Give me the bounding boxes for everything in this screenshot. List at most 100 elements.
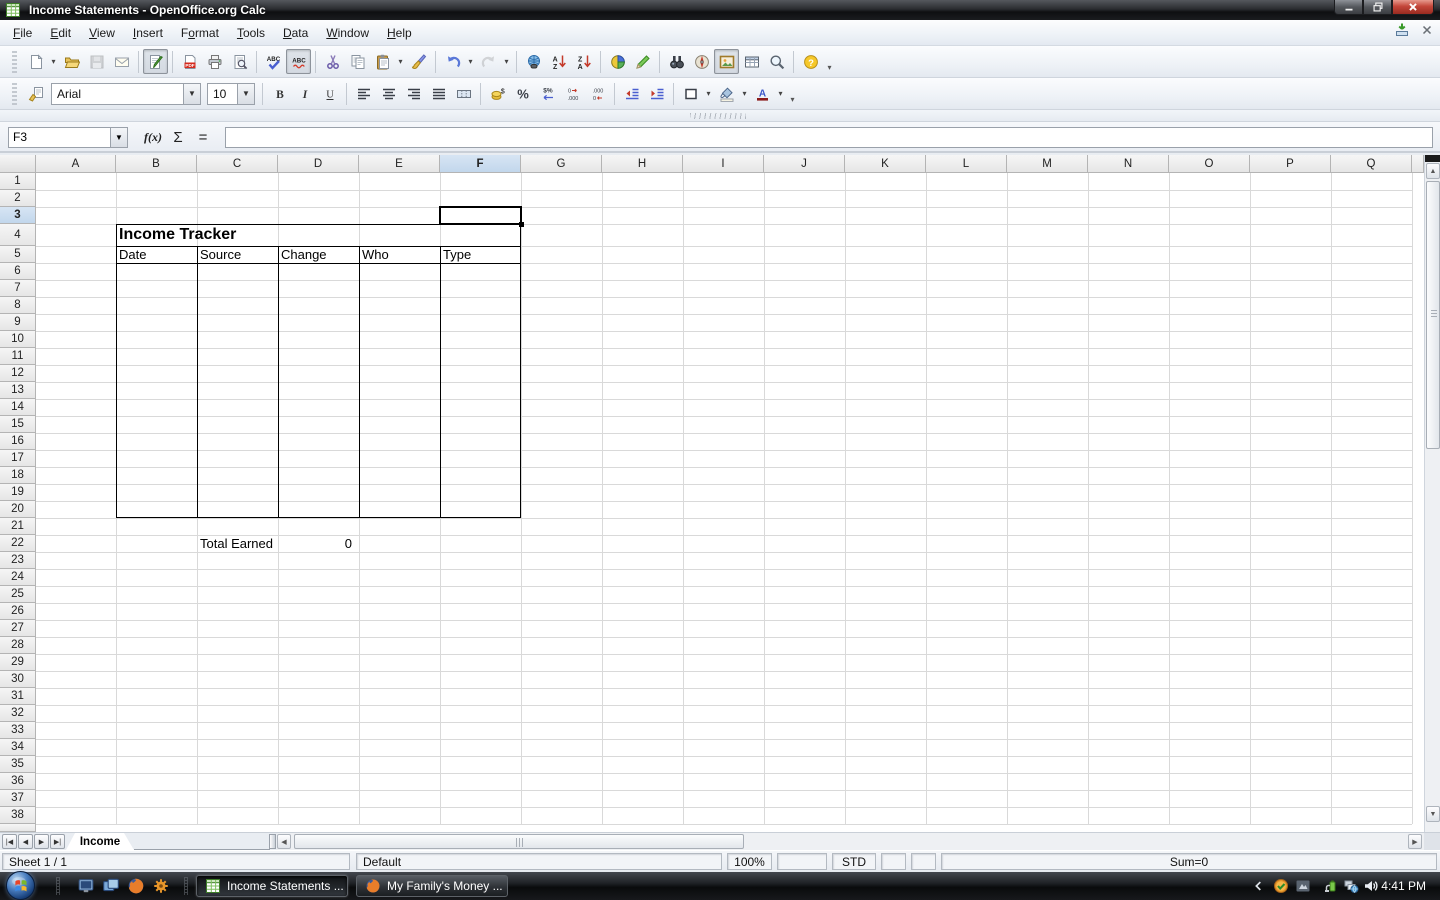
column-header-Q[interactable]: Q [1331, 155, 1412, 173]
vertical-split-handle[interactable] [1425, 155, 1440, 162]
column-header-A[interactable]: A [36, 155, 116, 173]
status-insert-mode[interactable] [777, 853, 827, 870]
scroll-left-button[interactable]: ◀ [277, 834, 291, 849]
styles-and-formatting-button[interactable] [23, 81, 48, 106]
zoom-button[interactable] [764, 49, 789, 74]
row-header-17[interactable]: 17 [0, 450, 36, 467]
fill-handle[interactable] [519, 222, 524, 227]
restore-button[interactable] [1363, 0, 1392, 15]
firefox-icon[interactable] [126, 876, 146, 896]
column-header-B[interactable]: B [116, 155, 197, 173]
row-header-26[interactable]: 26 [0, 603, 36, 620]
export-as-pdf-button[interactable]: PDF [177, 49, 202, 74]
print-button[interactable] [202, 49, 227, 74]
column-header-J[interactable]: J [764, 155, 845, 173]
format-paintbrush-button[interactable] [406, 49, 431, 74]
start-button[interactable] [6, 871, 35, 900]
row-header-3[interactable]: 3 [0, 207, 36, 224]
row-header-28[interactable]: 28 [0, 637, 36, 654]
menu-window[interactable]: Window [317, 22, 378, 44]
column-header-M[interactable]: M [1007, 155, 1088, 173]
column-header-E[interactable]: E [359, 155, 440, 173]
row-header-36[interactable]: 36 [0, 773, 36, 790]
copy-button[interactable] [345, 49, 370, 74]
spellcheck-button[interactable]: ABC [261, 49, 286, 74]
taskbar-window-1[interactable]: Income Statements ... [196, 875, 348, 897]
gallery-button[interactable] [714, 49, 739, 74]
menu-insert[interactable]: Insert [124, 22, 172, 44]
toolbar-overflow-button[interactable]: ▾ [823, 49, 836, 74]
row-header-21[interactable]: 21 [0, 518, 36, 535]
paste-button[interactable] [370, 49, 395, 74]
row-header-11[interactable]: 11 [0, 348, 36, 365]
align-right-button[interactable] [401, 81, 426, 106]
background-color-button[interactable] [714, 81, 739, 106]
menu-format[interactable]: Format [172, 22, 228, 44]
menu-file[interactable]: File [4, 22, 41, 44]
first-sheet-button[interactable]: |◀ [2, 834, 17, 849]
redo-button[interactable] [476, 49, 501, 74]
data-sources-button[interactable] [739, 49, 764, 74]
cell-B4[interactable]: Income Tracker [119, 224, 236, 246]
number-format-standard-button[interactable]: $% [535, 81, 560, 106]
power-icon[interactable] [1322, 877, 1340, 895]
menu-data[interactable]: Data [274, 22, 317, 44]
volume-icon[interactable] [1362, 877, 1380, 895]
name-box[interactable]: F3 ▼ [8, 127, 128, 148]
vertical-scroll-thumb[interactable] [1426, 181, 1440, 449]
font-name-dropdown-icon[interactable]: ▼ [183, 84, 200, 104]
row-header-25[interactable]: 25 [0, 586, 36, 603]
undo-dropdown-icon[interactable]: ▾ [465, 49, 476, 74]
row-header-33[interactable]: 33 [0, 722, 36, 739]
underline-button[interactable]: U [317, 81, 342, 106]
row-header-9[interactable]: 9 [0, 314, 36, 331]
row-header-31[interactable]: 31 [0, 688, 36, 705]
toolbar-grip[interactable] [12, 51, 17, 73]
row-header-37[interactable]: 37 [0, 790, 36, 807]
row-header-20[interactable]: 20 [0, 501, 36, 518]
row-header-23[interactable]: 23 [0, 552, 36, 569]
previous-sheet-button[interactable]: ◀ [18, 834, 33, 849]
last-sheet-button[interactable]: ▶| [50, 834, 65, 849]
cell-B5[interactable]: Date [119, 246, 146, 263]
spreadsheet-grid[interactable]: ABCDEFGHIJKLMNOPQ12345678910111213141516… [0, 155, 1424, 832]
select-all-corner[interactable] [0, 155, 36, 173]
edit-file-button[interactable] [143, 49, 168, 74]
switch-windows-icon[interactable] [101, 876, 121, 896]
media-settings-icon[interactable] [151, 876, 171, 896]
row-header-15[interactable]: 15 [0, 416, 36, 433]
sum-button[interactable]: Σ [166, 126, 190, 149]
align-left-button[interactable] [351, 81, 376, 106]
row-header-35[interactable]: 35 [0, 756, 36, 773]
column-header-G[interactable]: G [521, 155, 602, 173]
cell-D5[interactable]: Change [281, 246, 327, 263]
status-page-style[interactable]: Default [356, 853, 722, 870]
undo-button[interactable] [440, 49, 465, 74]
row-header-2[interactable]: 2 [0, 190, 36, 207]
menu-tools[interactable]: Tools [228, 22, 274, 44]
vertical-scrollbar[interactable]: ▲ ▼ [1424, 155, 1440, 832]
toolbar-overflow-button[interactable]: ▾ [786, 81, 799, 106]
status-sheet-info[interactable]: Sheet 1 / 1 [2, 853, 350, 870]
column-header-O[interactable]: O [1169, 155, 1250, 173]
column-header-K[interactable]: K [845, 155, 926, 173]
row-header-13[interactable]: 13 [0, 382, 36, 399]
row-header-12[interactable]: 12 [0, 365, 36, 382]
find-and-replace-button[interactable] [664, 49, 689, 74]
redo-dropdown-icon[interactable]: ▾ [501, 49, 512, 74]
minimize-button[interactable] [1334, 0, 1363, 15]
menu-view[interactable]: View [80, 22, 124, 44]
menu-edit[interactable]: Edit [41, 22, 80, 44]
show-draw-functions-button[interactable] [630, 49, 655, 74]
decrease-indent-button[interactable] [619, 81, 644, 106]
scroll-up-button[interactable]: ▲ [1426, 163, 1440, 179]
network-icon[interactable] [1342, 877, 1360, 895]
row-header-38[interactable]: 38 [0, 807, 36, 824]
scroll-down-button[interactable]: ▼ [1426, 806, 1440, 822]
name-box-dropdown-icon[interactable]: ▼ [110, 128, 127, 147]
save-button[interactable] [84, 49, 109, 74]
row-header-4[interactable]: 4 [0, 224, 36, 246]
number-format-currency-button[interactable]: $ [485, 81, 510, 106]
row-header-22[interactable]: 22 [0, 535, 36, 552]
hyperlink-button[interactable] [521, 49, 546, 74]
